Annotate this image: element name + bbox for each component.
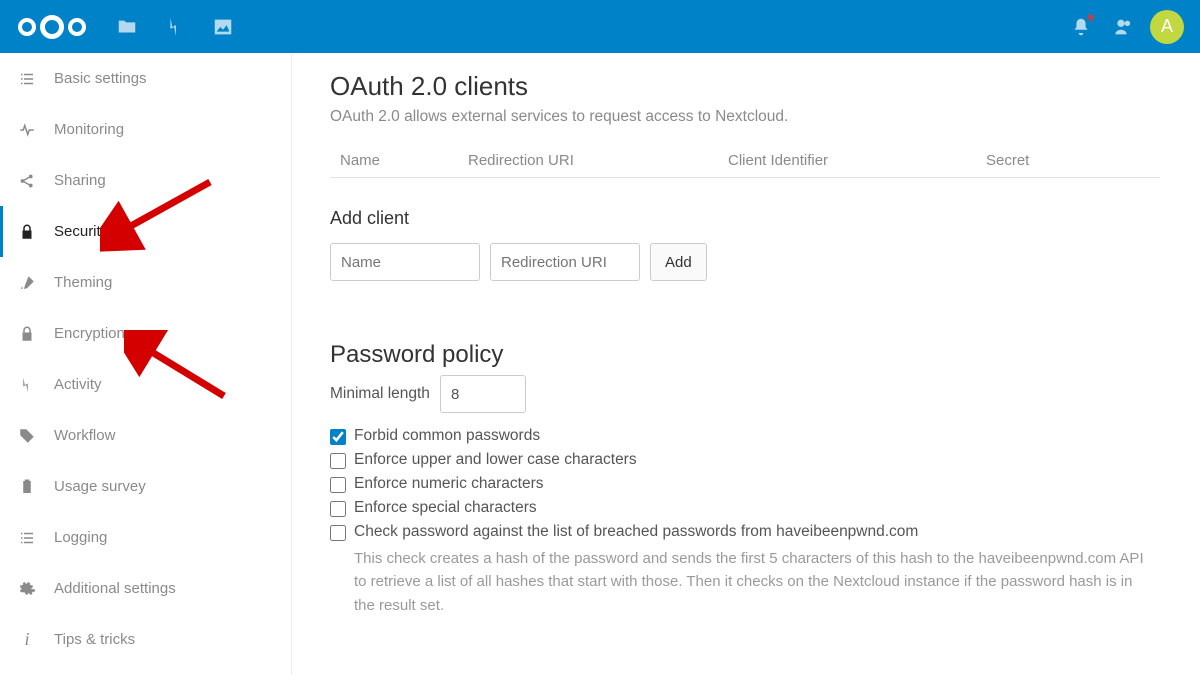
sidebar-item-tips[interactable]: i Tips & tricks bbox=[0, 614, 291, 665]
th-name: Name bbox=[340, 152, 468, 169]
forbid-common-checkbox[interactable] bbox=[330, 429, 346, 445]
sidebar-item-security[interactable]: Security bbox=[0, 206, 291, 257]
sidebar-item-logging[interactable]: Logging bbox=[0, 512, 291, 563]
avatar[interactable]: A bbox=[1150, 10, 1184, 44]
share-icon bbox=[18, 172, 36, 190]
sidebar-item-label: Additional settings bbox=[54, 580, 176, 597]
th-secret: Secret bbox=[986, 152, 1150, 169]
add-client-heading: Add client bbox=[330, 208, 1160, 229]
sidebar-item-activity[interactable]: Activity bbox=[0, 359, 291, 410]
lock-icon bbox=[18, 223, 36, 241]
sidebar-item-basic-settings[interactable]: Basic settings bbox=[0, 53, 291, 104]
sidebar-item-label: Tips & tricks bbox=[54, 631, 135, 648]
gear-icon bbox=[18, 580, 36, 598]
main-content: OAuth 2.0 clients OAuth 2.0 allows exter… bbox=[292, 53, 1200, 675]
list-icon bbox=[18, 529, 36, 547]
clipboard-icon bbox=[18, 478, 36, 496]
contacts-icon[interactable] bbox=[1110, 16, 1132, 38]
th-client: Client Identifier bbox=[728, 152, 986, 169]
sidebar-item-label: Security bbox=[54, 223, 108, 240]
sidebar-item-label: Activity bbox=[54, 376, 102, 393]
gallery-icon[interactable] bbox=[212, 16, 234, 38]
enforce-numeric-label: Enforce numeric characters bbox=[354, 475, 544, 493]
check-pwned-checkbox[interactable] bbox=[330, 525, 346, 541]
sidebar-item-label: Encryption bbox=[54, 325, 125, 342]
client-name-input[interactable] bbox=[330, 243, 480, 281]
sidebar-item-monitoring[interactable]: Monitoring bbox=[0, 104, 291, 155]
bolt-icon bbox=[18, 376, 36, 394]
top-nav-right: A bbox=[1070, 10, 1184, 44]
sidebar-item-theming[interactable]: Theming bbox=[0, 257, 291, 308]
sidebar-item-label: Usage survey bbox=[54, 478, 146, 495]
enforce-case-label: Enforce upper and lower case characters bbox=[354, 451, 637, 469]
activity-icon[interactable] bbox=[164, 16, 186, 38]
sidebar-item-label: Sharing bbox=[54, 172, 106, 189]
oauth-subtitle: OAuth 2.0 allows external services to re… bbox=[330, 108, 1160, 126]
sidebar-item-label: Theming bbox=[54, 274, 112, 291]
oauth-table-header: Name Redirection URI Client Identifier S… bbox=[330, 144, 1160, 178]
tag-icon bbox=[18, 427, 36, 445]
lock-icon bbox=[18, 325, 36, 343]
top-nav-left bbox=[116, 16, 234, 38]
files-icon[interactable] bbox=[116, 16, 138, 38]
sidebar-item-additional-settings[interactable]: Additional settings bbox=[0, 563, 291, 614]
enforce-special-label: Enforce special characters bbox=[354, 499, 537, 517]
topbar: A bbox=[0, 0, 1200, 53]
password-policy-title: Password policy bbox=[330, 341, 1160, 369]
sidebar-item-label: Basic settings bbox=[54, 70, 147, 87]
notifications-icon[interactable] bbox=[1070, 16, 1092, 38]
minlen-input[interactable] bbox=[440, 375, 526, 413]
th-redir: Redirection URI bbox=[468, 152, 728, 169]
pulse-icon bbox=[18, 121, 36, 139]
sidebar-item-usage-survey[interactable]: Usage survey bbox=[0, 461, 291, 512]
client-redir-input[interactable] bbox=[490, 243, 640, 281]
enforce-case-checkbox[interactable] bbox=[330, 453, 346, 469]
sidebar-item-workflow[interactable]: Workflow bbox=[0, 410, 291, 461]
sidebar-item-label: Logging bbox=[54, 529, 107, 546]
sidebar-item-label: Workflow bbox=[54, 427, 115, 444]
enforce-numeric-checkbox[interactable] bbox=[330, 477, 346, 493]
avatar-letter: A bbox=[1161, 16, 1173, 37]
sidebar: Basic settings Monitoring Sharing Securi… bbox=[0, 53, 292, 675]
check-pwned-help: This check creates a hash of the passwor… bbox=[330, 547, 1160, 617]
oauth-title: OAuth 2.0 clients bbox=[330, 71, 1160, 102]
sidebar-item-sharing[interactable]: Sharing bbox=[0, 155, 291, 206]
info-icon: i bbox=[18, 631, 36, 649]
minlen-label: Minimal length bbox=[330, 385, 430, 403]
brush-icon bbox=[18, 274, 36, 292]
enforce-special-checkbox[interactable] bbox=[330, 501, 346, 517]
add-client-button[interactable]: Add bbox=[650, 243, 707, 281]
sidebar-item-encryption[interactable]: Encryption bbox=[0, 308, 291, 359]
logo[interactable] bbox=[8, 15, 96, 39]
check-pwned-label: Check password against the list of breac… bbox=[354, 523, 918, 541]
sidebar-item-label: Monitoring bbox=[54, 121, 124, 138]
list-icon bbox=[18, 70, 36, 88]
forbid-common-label: Forbid common passwords bbox=[354, 427, 540, 445]
